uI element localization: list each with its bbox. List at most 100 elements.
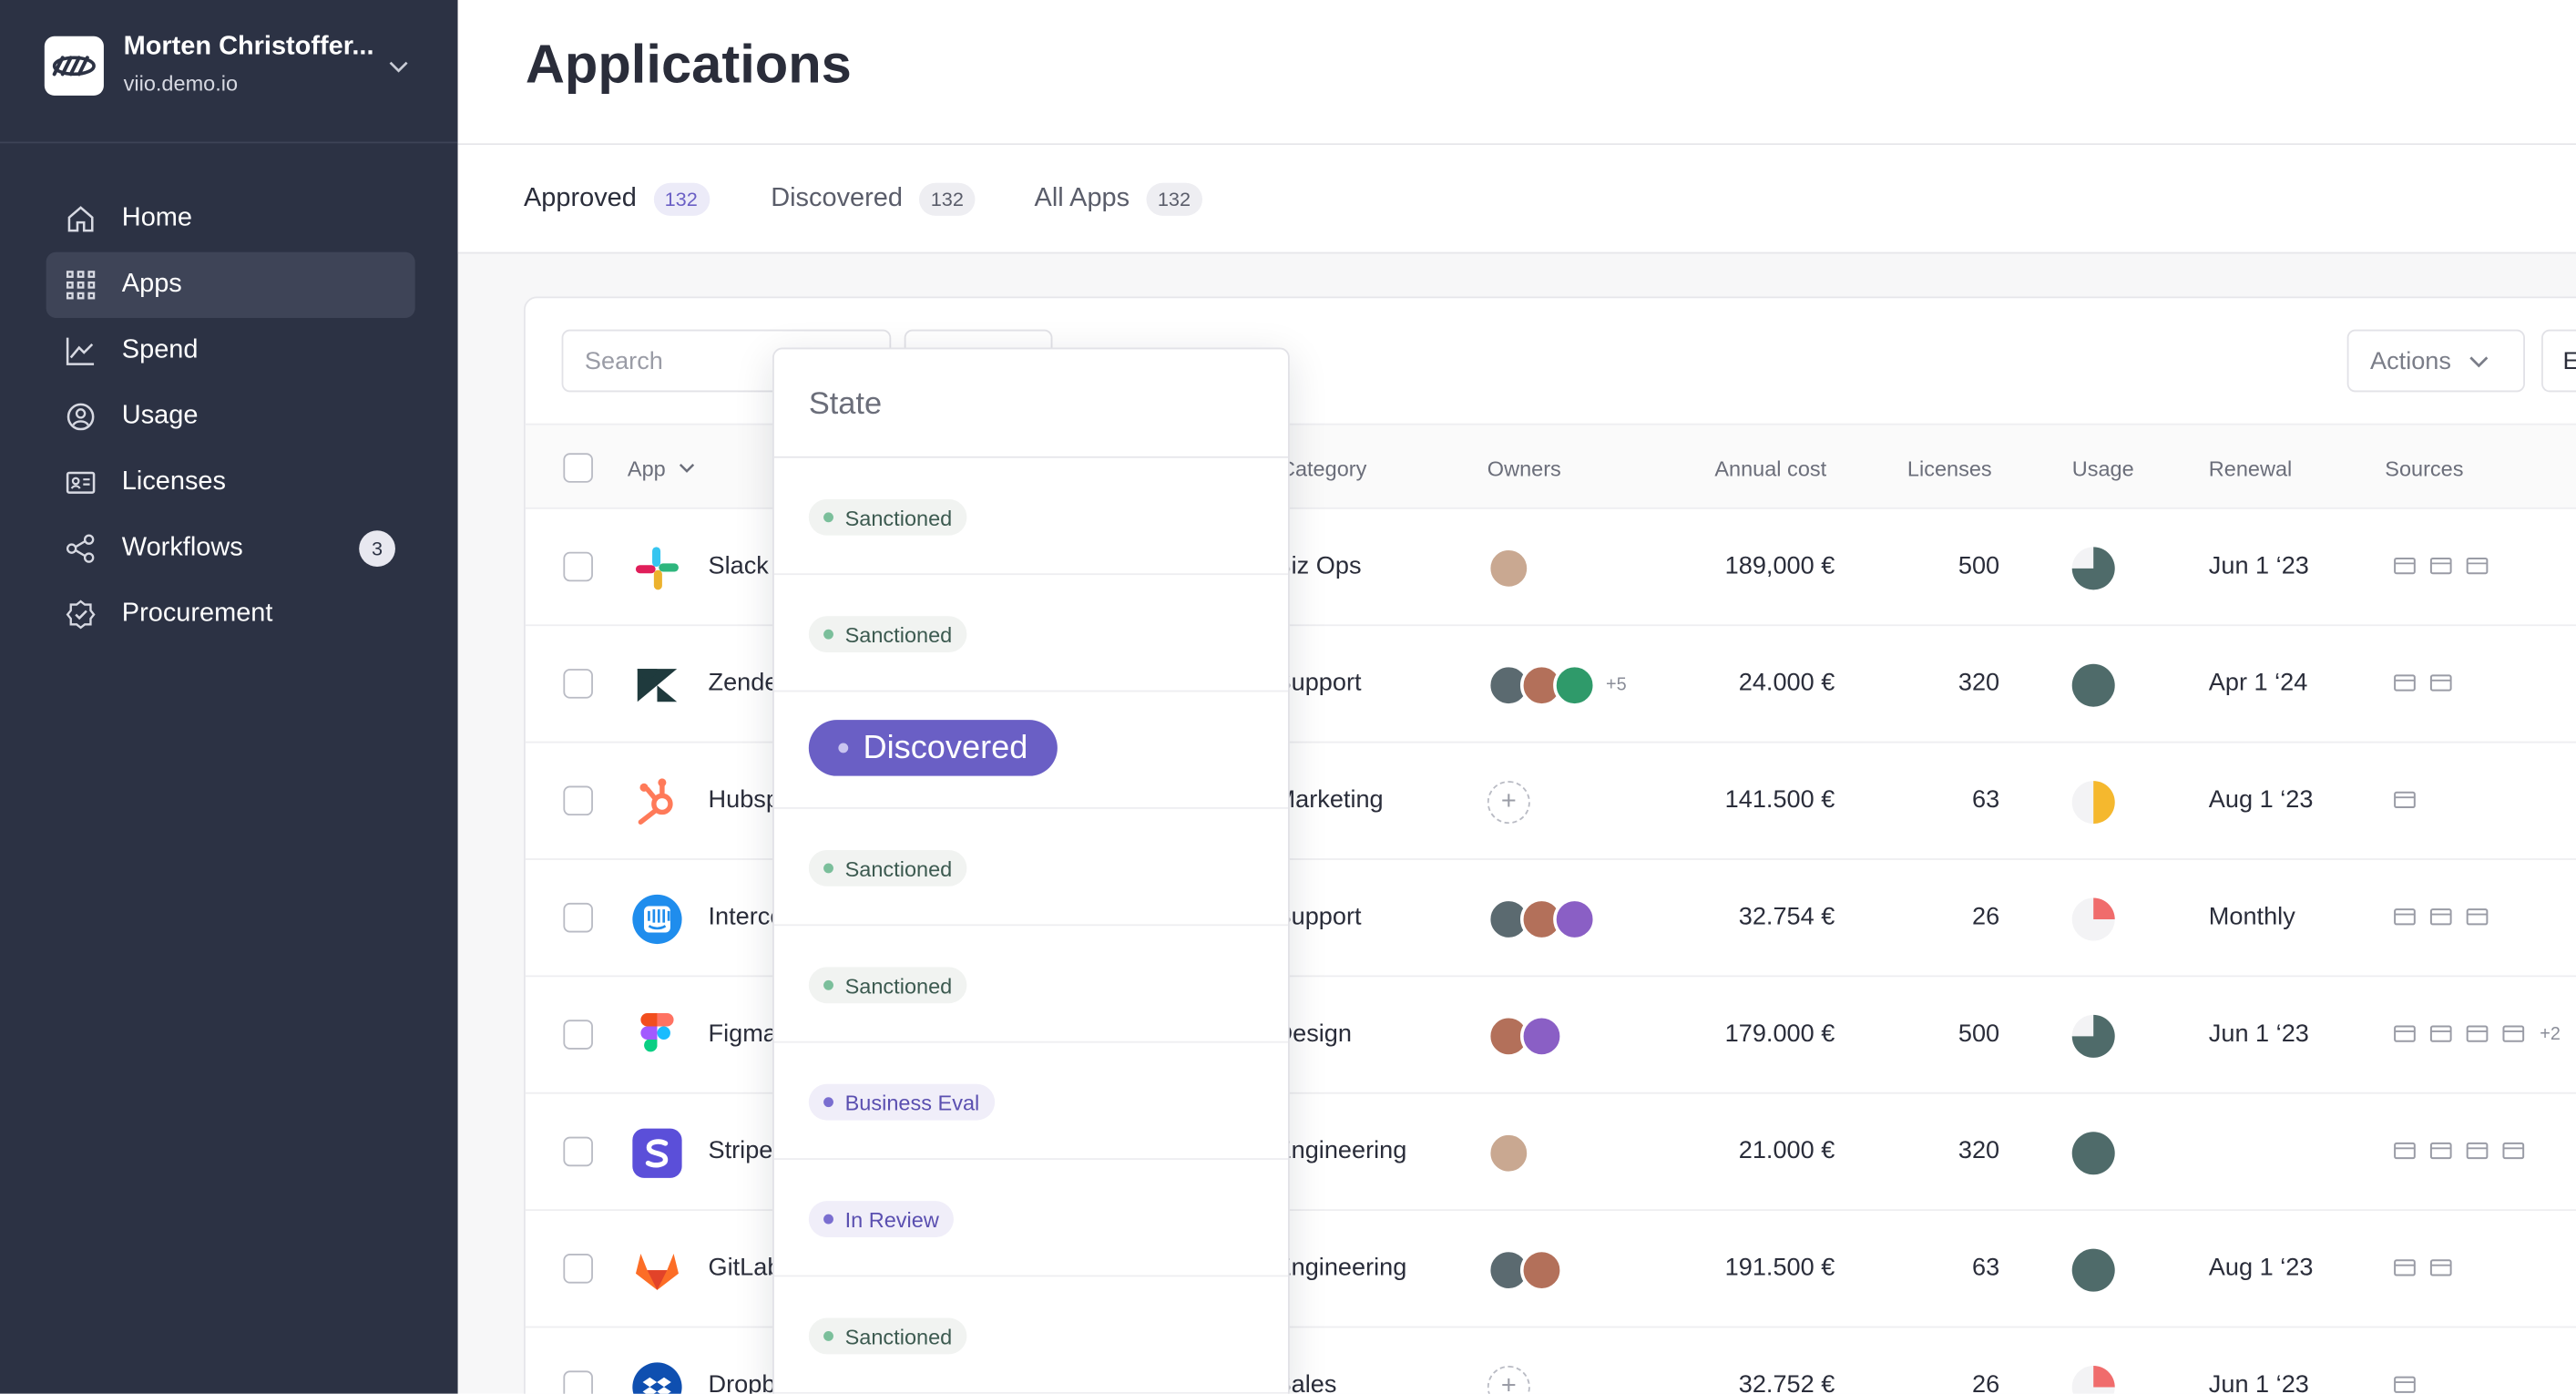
state-option[interactable]: Discovered — [773, 692, 1289, 809]
license-count: 320 — [1958, 1136, 2000, 1165]
tab-count-badge: 132 — [652, 182, 710, 216]
chevron-down-icon — [679, 464, 694, 473]
app-logo — [631, 1010, 684, 1062]
sources — [2392, 1256, 2455, 1282]
sidebar-item-label: Apps — [121, 270, 182, 299]
sources — [2392, 905, 2490, 931]
renewal-date: Jun 1 ‘23 — [2208, 551, 2309, 580]
avatar — [1487, 547, 1530, 590]
tab-label: All Apps — [1034, 184, 1130, 213]
row-checkbox[interactable] — [563, 1254, 593, 1284]
sidebar-item-apps[interactable]: Apps — [46, 251, 415, 318]
owners: +5 — [1487, 662, 1627, 709]
dropdown-title: State — [808, 386, 883, 422]
tab-all-apps[interactable]: All Apps 132 — [1034, 182, 1202, 216]
state-badge: Sanctioned — [808, 616, 967, 653]
owners — [1487, 1130, 1530, 1176]
source-icon — [2466, 1025, 2489, 1042]
source-icon — [2394, 791, 2416, 809]
chevron-down-icon — [2469, 356, 2489, 368]
app-name[interactable]: Slack — [709, 552, 769, 580]
sidebar-item-home[interactable]: Home — [46, 186, 415, 251]
usage-pie — [2071, 781, 2115, 825]
row-checkbox[interactable] — [563, 551, 593, 582]
app-logo — [631, 1244, 684, 1297]
tab-count-badge: 132 — [919, 182, 976, 216]
org-logo — [44, 36, 104, 96]
column-header-category[interactable]: Category — [1280, 456, 1366, 481]
row-checkbox[interactable] — [563, 785, 593, 816]
org-domain: viio.demo.io — [123, 70, 239, 96]
sidebar: Morten Christoffer... viio.demo.io Home … — [0, 0, 458, 1394]
app-name[interactable]: GitLab — [709, 1254, 782, 1282]
state-option[interactable]: Sanctioned — [773, 809, 1289, 927]
source-icon — [2466, 908, 2489, 926]
column-header-annual-cost[interactable]: Annual cost — [1714, 456, 1826, 481]
sidebar-item-label: Home — [121, 204, 192, 232]
source-icon — [2429, 557, 2452, 575]
sources — [2392, 554, 2490, 580]
actions-label: Actions — [2369, 346, 2451, 375]
actions-button[interactable]: Actions — [2346, 329, 2525, 393]
usage-pie — [2071, 1014, 2115, 1058]
source-icon — [2394, 557, 2416, 575]
tab-approved[interactable]: Approved 132 — [524, 182, 710, 216]
app-name[interactable]: Figma — [709, 1020, 777, 1048]
column-header-sources[interactable]: Sources — [2385, 456, 2463, 481]
owners: + — [1487, 1364, 1530, 1394]
state-option[interactable]: Sanctioned — [773, 1276, 1289, 1394]
source-icon — [2466, 1142, 2489, 1160]
column-header-owners[interactable]: Owners — [1487, 456, 1561, 481]
app-name[interactable]: Stripe — [709, 1137, 773, 1165]
state-option[interactable]: In Review — [773, 1160, 1289, 1277]
tab-discovered[interactable]: Discovered 132 — [771, 182, 976, 216]
state-option[interactable]: Sanctioned — [773, 575, 1289, 692]
annual-cost: 189,000 € — [1724, 551, 1835, 580]
procurement-badge-icon — [63, 597, 99, 633]
renewal-date: Monthly — [2208, 902, 2295, 931]
state-option[interactable]: Sanctioned — [773, 458, 1289, 576]
state-badge: Business Eval — [808, 1083, 995, 1121]
source-icon — [2502, 1142, 2525, 1160]
column-header-app[interactable]: App — [628, 456, 695, 481]
sidebar-item-usage[interactable]: Usage — [46, 384, 415, 449]
row-checkbox[interactable] — [563, 669, 593, 699]
app-logo — [631, 893, 684, 946]
column-header-licenses[interactable]: Licenses — [1907, 456, 1992, 481]
sidebar-item-spend[interactable]: Spend — [46, 318, 415, 384]
sidebar-item-label: Procurement — [121, 600, 273, 628]
state-badge: Sanctioned — [808, 967, 967, 1004]
source-icon — [2429, 674, 2452, 692]
state-option[interactable]: Business Eval — [773, 1043, 1289, 1160]
source-icon — [2429, 1025, 2452, 1042]
app-category: Marketing — [1274, 785, 1384, 815]
state-badge: In Review — [808, 1201, 955, 1237]
org-switcher[interactable]: Morten Christoffer... viio.demo.io — [0, 0, 458, 144]
annual-cost: 24.000 € — [1738, 669, 1835, 697]
source-icon — [2429, 1259, 2452, 1276]
add-owner-icon[interactable]: + — [1487, 1365, 1530, 1394]
app-logo — [631, 542, 684, 595]
sources: +2 — [2392, 1021, 2561, 1048]
column-header-usage[interactable]: Usage — [2072, 456, 2134, 481]
select-all-checkbox[interactable] — [563, 453, 593, 483]
row-checkbox[interactable] — [563, 1136, 593, 1167]
tabs-bar: Approved 132 Discovered 132 All Apps 132 — [457, 145, 2576, 254]
row-checkbox[interactable] — [563, 1020, 593, 1050]
sidebar-item-licenses[interactable]: Licenses — [46, 450, 415, 516]
home-icon — [63, 201, 99, 238]
usage-pie — [2071, 663, 2115, 707]
export-button[interactable]: E — [2541, 329, 2576, 393]
source-icon — [2394, 1376, 2416, 1393]
sidebar-item-workflows[interactable]: Workflows 3 — [46, 516, 415, 581]
annual-cost: 141.500 € — [1724, 785, 1835, 815]
sidebar-item-procurement[interactable]: Procurement — [46, 581, 415, 647]
add-owner-icon[interactable]: + — [1487, 781, 1530, 825]
owners — [1487, 546, 1530, 592]
state-option[interactable]: Sanctioned — [773, 926, 1289, 1043]
column-header-renewal[interactable]: Renewal — [2209, 456, 2292, 481]
more-sources-count: +2 — [2540, 1024, 2561, 1045]
chevron-down-icon[interactable] — [385, 53, 412, 79]
row-checkbox[interactable] — [563, 902, 593, 933]
usage-pie — [2071, 1132, 2115, 1175]
